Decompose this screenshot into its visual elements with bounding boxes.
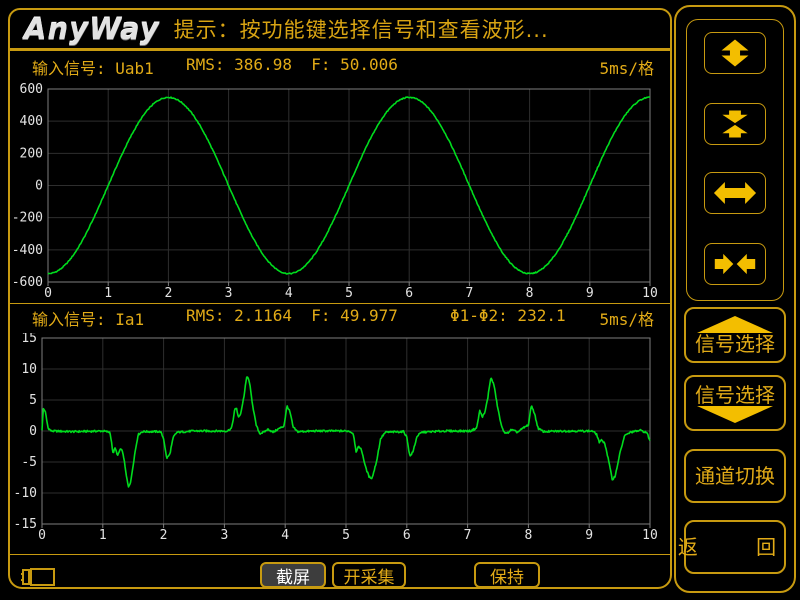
current-chart-header: 输入信号: Ia1 RMS: 2.1164 F: 49.977 Φ1-Φ2: 2… bbox=[10, 306, 670, 330]
titlebar: AnyWay 提示：按功能键选择信号和查看波形... bbox=[8, 8, 672, 50]
button-label: 截屏 bbox=[276, 563, 310, 588]
svg-text:0: 0 bbox=[35, 179, 43, 194]
signal-name-label: 输入信号: Ia1 bbox=[32, 306, 144, 330]
svg-text:15: 15 bbox=[21, 333, 37, 346]
svg-text:400: 400 bbox=[20, 114, 43, 129]
compress-vertical-icon bbox=[710, 108, 760, 140]
svg-text:5: 5 bbox=[345, 286, 353, 301]
button-label: 信号选择 bbox=[695, 384, 775, 406]
svg-text:200: 200 bbox=[20, 146, 43, 161]
rms-freq-label: RMS: 386.98 F: 50.006 bbox=[186, 55, 398, 74]
triangle-down-icon bbox=[697, 406, 773, 423]
channel-switch-button[interactable]: 通道切换 bbox=[684, 449, 786, 503]
svg-text:600: 600 bbox=[20, 82, 43, 97]
compress-horizontal-button[interactable] bbox=[704, 243, 766, 285]
svg-text:9: 9 bbox=[585, 528, 593, 543]
svg-text:-5: -5 bbox=[21, 455, 37, 470]
svg-text:10: 10 bbox=[21, 362, 37, 377]
svg-text:-15: -15 bbox=[14, 517, 37, 532]
waveform-area: 输入信号: Uab1 RMS: 386.98 F: 50.006 5ms/格 0… bbox=[8, 50, 672, 589]
button-label: 开采集 bbox=[344, 563, 395, 588]
voltage-chart-header: 输入信号: Uab1 RMS: 386.98 F: 50.006 5ms/格 bbox=[10, 55, 670, 79]
back-button[interactable]: 返 回 bbox=[684, 520, 786, 574]
svg-text:1: 1 bbox=[99, 528, 107, 543]
svg-text:10: 10 bbox=[642, 286, 658, 301]
status-message: 提示：按功能键选择信号和查看波形... bbox=[174, 14, 549, 44]
svg-text:7: 7 bbox=[465, 286, 473, 301]
start-capture-button[interactable]: 开采集 bbox=[332, 562, 406, 588]
svg-text:0: 0 bbox=[38, 528, 46, 543]
button-label: 保持 bbox=[490, 563, 524, 588]
button-label: 通道切换 bbox=[695, 465, 775, 487]
bottom-bar-divider bbox=[10, 554, 670, 555]
phase-label: Φ1-Φ2: 232.1 bbox=[450, 306, 566, 325]
rms-freq-label: RMS: 2.1164 F: 49.977 bbox=[186, 306, 398, 325]
anyway-logo: AnyWay bbox=[24, 12, 160, 46]
screenshot-button[interactable]: 截屏 bbox=[260, 562, 326, 588]
svg-text:6: 6 bbox=[405, 286, 413, 301]
expand-horizontal-icon bbox=[710, 177, 760, 209]
button-label: 返 回 bbox=[678, 536, 800, 558]
signal-name-label: 输入信号: Uab1 bbox=[32, 55, 154, 79]
svg-text:10: 10 bbox=[642, 528, 658, 543]
hold-button[interactable]: 保持 bbox=[474, 562, 540, 588]
svg-text:9: 9 bbox=[586, 286, 594, 301]
compress-vertical-button[interactable] bbox=[704, 103, 766, 145]
button-label: 信号选择 bbox=[695, 333, 775, 355]
svg-text:2: 2 bbox=[160, 528, 168, 543]
svg-text:-400: -400 bbox=[12, 243, 43, 258]
current-waveform-chart: 0 1 2 3 4 5 6 7 8 9 10 15 10 5 0 -5 -10 -15 bbox=[10, 333, 670, 546]
svg-text:5: 5 bbox=[342, 528, 350, 543]
svg-text:6: 6 bbox=[403, 528, 411, 543]
voltage-waveform-chart: 0 1 2 3 4 5 6 7 8 9 10 600 400 200 0 -200 -400 -600 bbox=[10, 81, 670, 303]
svg-text:4: 4 bbox=[285, 286, 293, 301]
svg-text:0: 0 bbox=[29, 424, 37, 439]
function-key-panel: 信号选择 信号选择 通道切换 返 回 bbox=[674, 5, 796, 593]
compress-horizontal-icon bbox=[710, 248, 760, 280]
svg-text:7: 7 bbox=[464, 528, 472, 543]
svg-text:4: 4 bbox=[281, 528, 289, 543]
expand-vertical-icon bbox=[710, 37, 760, 69]
svg-text:1: 1 bbox=[104, 286, 112, 301]
chart-divider bbox=[10, 303, 670, 304]
expand-horizontal-button[interactable] bbox=[704, 172, 766, 214]
svg-text:8: 8 bbox=[526, 286, 534, 301]
expand-vertical-button[interactable] bbox=[704, 32, 766, 74]
svg-text:3: 3 bbox=[225, 286, 233, 301]
signal-select-down-button[interactable]: 信号选择 bbox=[684, 375, 786, 431]
battery-icon bbox=[20, 566, 56, 588]
timebase-label: 5ms/格 bbox=[599, 306, 654, 330]
svg-text:3: 3 bbox=[220, 528, 228, 543]
triangle-up-icon bbox=[697, 316, 773, 333]
svg-text:8: 8 bbox=[524, 528, 532, 543]
signal-select-up-button[interactable]: 信号选择 bbox=[684, 307, 786, 363]
svg-text:2: 2 bbox=[164, 286, 172, 301]
device-screen: AnyWay 提示：按功能键选择信号和查看波形... 输入信号: Uab1 RM… bbox=[0, 0, 800, 600]
svg-text:5: 5 bbox=[29, 393, 37, 408]
svg-text:-10: -10 bbox=[14, 486, 37, 501]
svg-text:0: 0 bbox=[44, 286, 52, 301]
svg-text:-200: -200 bbox=[12, 211, 43, 226]
svg-text:-600: -600 bbox=[12, 275, 43, 290]
timebase-label: 5ms/格 bbox=[599, 55, 654, 79]
